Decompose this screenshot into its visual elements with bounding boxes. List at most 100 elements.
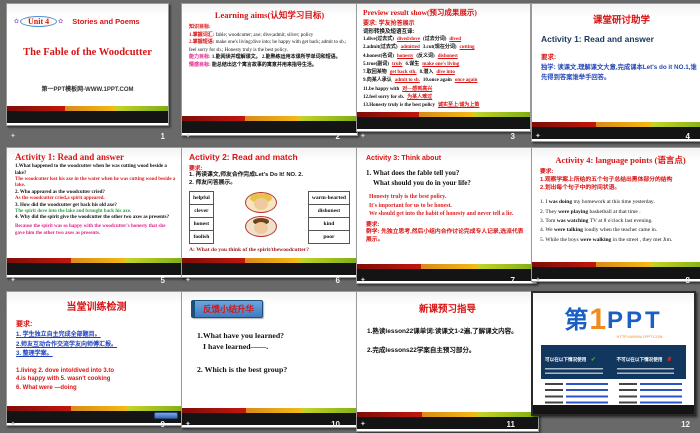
task-item: 3. 整理学案。: [16, 350, 177, 360]
slide-number: 9: [161, 420, 165, 429]
moral-answer: Honesty truly is the best policy.: [369, 193, 527, 202]
slide-number: 8: [686, 276, 690, 285]
slide-title: 课堂研讨助学: [541, 12, 700, 26]
slide-12-thumbnail[interactable]: 第 1 PPT HTTP://WWW.1PPT.COM 可以在以下情况使用 ✔ …: [531, 291, 696, 416]
right-word-table: warm-hearted dishonest kind poor: [308, 191, 350, 244]
question-1: 1.What happened to the woodcutter when h…: [15, 164, 176, 178]
slide-number: 3: [511, 132, 515, 141]
flower-icon: ✿: [14, 18, 19, 25]
slide-number: 2: [336, 132, 340, 141]
requirement-1: 1. 再读课文,师友合作完成Let's Do It! NO. 2.: [189, 172, 350, 180]
slide-2-thumbnail[interactable]: Learning aims(认知学习目标) 知识目标: 1.掌握词汇: fabl…: [181, 3, 358, 136]
requirement-label: 要求:: [540, 169, 700, 177]
ability-goal-label: 能力目标:: [189, 55, 211, 60]
slide-cell-1: ✿ Unit 4 ✿ Stories and Poems The Fable o…: [0, 0, 175, 144]
cross-icon: ✘: [667, 357, 672, 363]
vocab-text: fable; woodcutter; axe; dive;admit; silv…: [216, 33, 314, 38]
example-sentence: 5. While the boys were walking in the st…: [540, 236, 700, 245]
slide-cell-9: 当堂训练检测 要求: 1. 学生独立自主完成全部题目。 2.师友互动合作交流学友…: [0, 288, 175, 432]
slide-title: Activity 1: Read and answer: [15, 152, 176, 162]
slide-title: Activity 4: language points (语言点): [540, 154, 700, 166]
exercise-row: 4.honest(名词)honesty(反义词)dishonest: [363, 53, 524, 61]
exercise-row: 12.feel sorry for sb.为某人难过: [363, 94, 524, 102]
template-source: 第一PPT模板网-WWW.1PPT.COM: [7, 84, 168, 93]
fine-print-placeholder: [545, 368, 603, 376]
slide-1-thumbnail[interactable]: ✿ Unit 4 ✿ Stories and Poems The Fable o…: [6, 3, 169, 126]
preview-task: 2.完成lessons22学案自主预习部分。: [367, 346, 528, 356]
slide-6-thumbnail[interactable]: Activity 2: Read and match 要求: 1. 再读课文,师…: [181, 147, 358, 278]
exercise-row: 7.取回某物get back sth.8.潜入dive into: [363, 69, 524, 77]
forbidden-usage-title: 不可以在以下情况使用: [617, 357, 663, 362]
slide-cell-2: Learning aims(认知学习目标) 知识目标: 1.掌握词汇: fabl…: [175, 0, 350, 144]
slide-5-thumbnail[interactable]: Activity 1: Read and answer 1.What happe…: [6, 147, 185, 278]
slide-number: 11: [507, 420, 515, 429]
instruction-text: 独学: 读课文,理解课文大意,完成课本Let's do it NO.1,谁先得到…: [541, 63, 700, 83]
summary-answer-stem: I have learned——.: [203, 341, 352, 352]
example-sentence: 2. They were playing basketball at that …: [540, 208, 700, 217]
slide-cell-12: 第 1 PPT HTTP://WWW.1PPT.COM 可以在以下情况使用 ✔ …: [525, 288, 700, 432]
exercise-row: 11.be happy with对—感到高兴: [363, 86, 524, 94]
slide-3-thumbnail[interactable]: Preview result show(预习成果展示) 要求: 学友抢答展示 词…: [356, 3, 531, 132]
answer-4: Because the spirit was so happy with the…: [15, 224, 176, 238]
slide-9-thumbnail[interactable]: 当堂训练检测 要求: 1. 学生独立自主完成全部题目。 2.师友互动合作交流学友…: [6, 291, 187, 426]
slide-1-header: ✿ Unit 4 ✿ Stories and Poems: [13, 16, 164, 27]
exercise-row: 13.Honesty truly is the best policy诚实至上/…: [363, 102, 524, 110]
flower-icon: ✿: [58, 18, 63, 25]
requirement-text: 要求: 学友抢答展示: [363, 18, 524, 27]
slide-title: Activity 2: Read and match: [189, 152, 350, 162]
think-question-2: What should you do in your life?: [373, 178, 527, 188]
spirit-picture: [245, 192, 277, 213]
phrase-label: 2.掌握短语:: [189, 40, 214, 45]
exercise-row: 5.true(副词)truly6.谋生make one's living: [363, 61, 524, 69]
moral-answer: It's important for us to be honest.: [369, 202, 527, 211]
task-item: 1. 学生独立自主完成全部题目。: [16, 331, 177, 341]
slide-title: Preview result show(预习成果展示): [363, 7, 524, 18]
preview-task: 1.熟读lesson22课单词:读课文1-2遍,了解课文内容。: [367, 327, 528, 337]
slide-number: 4: [686, 132, 690, 141]
slide-number: 7: [511, 276, 515, 285]
exercise-row: 2.admit(过去式)admitted3.cut(现在分词)cutting: [363, 44, 524, 52]
slide-cell-4: 课堂研讨助学 Activity 1: Read and answer 要求: 独…: [525, 0, 700, 144]
slide-title: 当堂训练检测: [16, 298, 177, 313]
question-4: 4. Why did the spirit give the woodcutte…: [15, 215, 176, 222]
animation-star-icon: ✦: [10, 420, 16, 428]
slide-4-thumbnail[interactable]: 课堂研讨助学 Activity 1: Read and answer 要求: 独…: [531, 3, 700, 142]
vocab-label: 1.掌握词汇:: [189, 33, 214, 38]
requirement-2: 2.划出每个句子中的时间状语。: [540, 185, 700, 193]
requirement-1: 1.观察学案上所给的五个句子总结出黑体部分的结构: [540, 177, 700, 185]
animation-star-icon: ✦: [535, 276, 541, 284]
answer-1: The woodcutter lost his axe in the water…: [15, 177, 176, 191]
requirement-2: 2. 师友问答展示。: [189, 180, 350, 188]
slide-cell-11: 新课预习指导 1.熟读lesson22课单词:读课文1-2遍,了解课文内容。 2…: [350, 288, 525, 432]
slide-number: 5: [161, 276, 165, 285]
summary-question-2: 2. Which is the best group?: [197, 364, 352, 375]
answer-key-line: 6. What were —doing: [16, 384, 177, 393]
requirement-label: 要求:: [16, 319, 177, 329]
answer-2: As the woodcutter cried,a spirit appeare…: [15, 196, 176, 203]
unit-badge: Unit 4: [20, 16, 57, 27]
slide-cell-6: Activity 2: Read and match 要求: 1. 再读课文,师…: [175, 144, 350, 288]
slide-11-thumbnail[interactable]: 新课预习指导 1.熟读lesson22课单词:读课文1-2遍,了解课文内容。 2…: [356, 291, 539, 432]
slide-8-thumbnail[interactable]: Activity 4: language points (语言点) 要求: 1.…: [531, 147, 700, 282]
answer-key-line: 1.living 2. dove into/dived into 3.to: [16, 367, 177, 376]
slide-cell-10: 反馈小结升华 1.What have you learned? I have l…: [175, 288, 350, 432]
ability-goal-text: 1.能阅读并理解课文。 2.能熟练运用本课所学单词和短语。: [212, 55, 341, 60]
slide-title: Learning aims(认知学习目标): [189, 9, 350, 21]
slide-footer-decoration: [7, 106, 168, 123]
slide-7-thumbnail[interactable]: Activity 3: Think about 1. What does the…: [356, 147, 537, 284]
example-sentence: 4. We were talking loudly when the teach…: [540, 226, 700, 235]
animation-star-icon: ✦: [10, 276, 16, 284]
animation-star-icon: ✦: [360, 132, 366, 140]
answer-key-line: 4.is happy with 5. wasn't cooking: [16, 375, 177, 384]
usage-terms-banner: 可以在以下情况使用 ✔ 不可以在以下情况使用 ✘: [541, 345, 686, 379]
slide-10-thumbnail[interactable]: 反馈小结升华 1.What have you learned? I have l…: [181, 291, 362, 428]
allowed-usage-title: 可以在以下情况使用: [545, 357, 586, 362]
unit-topic: Stories and Poems: [72, 17, 140, 26]
example-sentence: 3. Tom was watching TV at 8 o'clock last…: [540, 217, 700, 226]
task-item: 2.师友互动合作交流学友向师傅汇报。: [16, 341, 177, 351]
animation-star-icon: ✦: [360, 420, 366, 428]
animation-star-icon: ✦: [10, 132, 16, 140]
dialogue-a: A: What do you think of the spirit/thewo…: [189, 247, 350, 255]
check-icon: ✔: [591, 357, 596, 363]
slide-title: 新课预习指导: [367, 301, 528, 315]
